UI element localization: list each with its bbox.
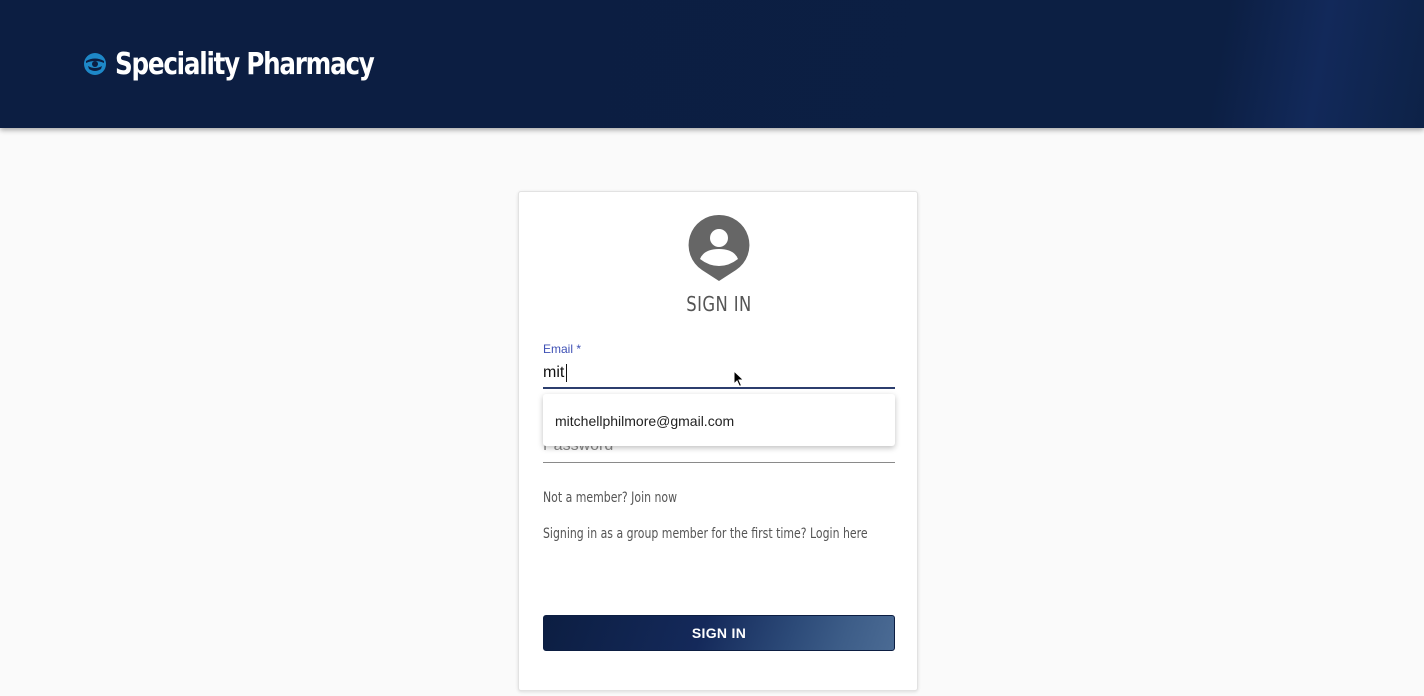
group-login-link[interactable]: Signing in as a group member for the fir… [543, 526, 868, 542]
text-caret [566, 364, 567, 382]
brand[interactable]: Speciality Pharmacy [83, 44, 430, 84]
email-label: Email * [543, 342, 582, 356]
email-underline [543, 387, 895, 389]
signin-button[interactable]: SIGN IN [543, 615, 895, 651]
email-input[interactable] [543, 360, 895, 386]
autocomplete-dropdown: mitchellphilmore@gmail.com [543, 394, 895, 446]
signin-title: SIGN IN [686, 292, 752, 316]
globe-shield-icon [84, 53, 106, 75]
brand-title: Speciality Pharmacy [115, 46, 375, 82]
account-circle-icon [688, 214, 750, 281]
email-field: Email * [543, 342, 895, 392]
mouse-pointer-icon [733, 370, 745, 388]
app-header: Speciality Pharmacy [0, 0, 1424, 128]
password-underline [543, 462, 895, 463]
signin-card: SIGN IN Email * mitchellphilmore@gmail.c… [518, 191, 918, 691]
join-now-link[interactable]: Not a member? Join now [543, 490, 677, 506]
autocomplete-option[interactable]: mitchellphilmore@gmail.com [555, 413, 734, 429]
